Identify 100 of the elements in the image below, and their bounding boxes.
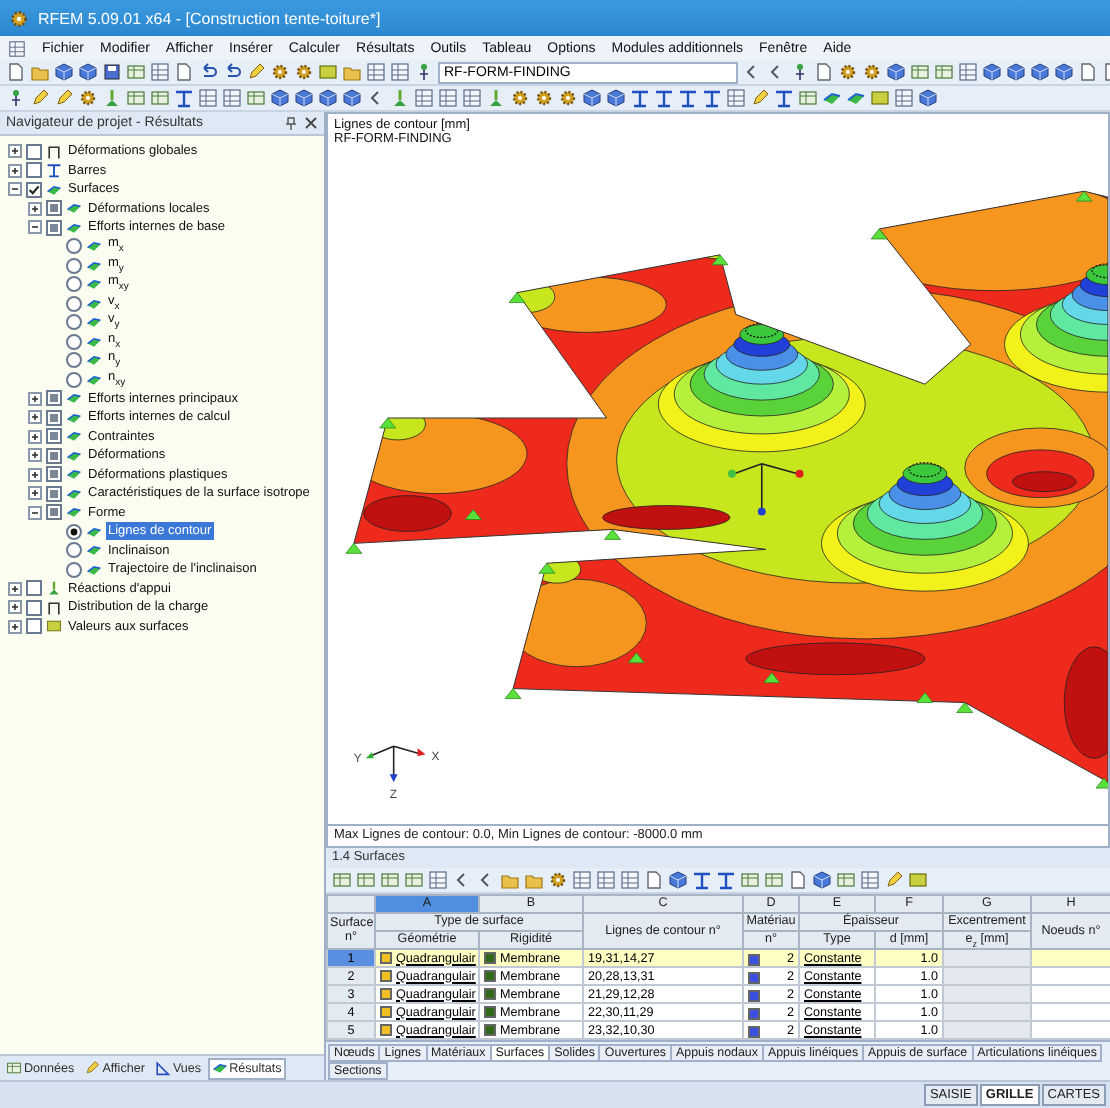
checkbox[interactable] [46, 390, 62, 407]
gear-icon[interactable] [8, 7, 30, 29]
expand-toggle[interactable] [28, 391, 42, 406]
cube-icon[interactable] [812, 869, 832, 890]
support-icon[interactable] [390, 88, 410, 108]
grid-icon[interactable] [222, 88, 242, 108]
checkbox[interactable] [46, 466, 62, 483]
cube-icon[interactable] [606, 88, 626, 108]
surface-icon[interactable] [66, 485, 82, 502]
checkbox[interactable] [46, 504, 62, 521]
surface-icon[interactable] [86, 371, 102, 388]
expand-toggle[interactable] [8, 163, 22, 178]
checkbox[interactable] [26, 599, 42, 616]
grid-icon[interactable] [428, 869, 448, 890]
expand-toggle[interactable] [8, 600, 22, 615]
support-icon[interactable] [486, 88, 506, 108]
pencil-icon[interactable] [884, 869, 904, 890]
surface-icon[interactable] [86, 333, 102, 350]
beam-icon[interactable] [678, 88, 698, 108]
table-icon[interactable] [836, 869, 856, 890]
checkbox[interactable] [46, 485, 62, 502]
surface-icon[interactable] [66, 447, 82, 464]
triangle-ruler-icon[interactable] [154, 1060, 171, 1076]
expand-toggle[interactable] [28, 505, 42, 520]
checkbox[interactable] [26, 162, 42, 179]
cube-icon[interactable] [668, 869, 688, 890]
expand-toggle[interactable] [8, 144, 22, 159]
grid-icon[interactable] [414, 88, 434, 108]
cube-icon[interactable] [342, 88, 362, 108]
radio-button[interactable] [66, 523, 82, 540]
table-icon[interactable] [404, 869, 424, 890]
radio-button[interactable] [66, 561, 82, 578]
cube-icon[interactable] [1054, 62, 1074, 82]
grid-icon[interactable] [894, 88, 914, 108]
cube-icon[interactable] [1006, 62, 1026, 82]
surface-icon[interactable] [86, 238, 102, 255]
expand-toggle[interactable] [28, 201, 42, 216]
checkbox[interactable] [46, 219, 62, 236]
surface-icon[interactable] [66, 390, 82, 407]
cube-icon[interactable] [982, 62, 1002, 82]
cube-icon[interactable] [1030, 62, 1050, 82]
expand-toggle[interactable] [28, 467, 42, 482]
radio-button[interactable] [66, 276, 82, 293]
beam-icon[interactable] [46, 162, 62, 179]
beam-icon[interactable] [716, 869, 736, 890]
table-icon[interactable] [356, 869, 376, 890]
surface-icon[interactable] [86, 542, 102, 559]
checkbox[interactable] [26, 618, 42, 635]
surface-icon[interactable] [86, 257, 102, 274]
surface-icon[interactable] [46, 181, 62, 198]
undo-icon[interactable] [198, 62, 218, 82]
expand-toggle[interactable] [8, 182, 22, 197]
cube-icon[interactable] [78, 62, 98, 82]
beam-icon[interactable] [692, 869, 712, 890]
pin-icon[interactable] [284, 116, 298, 130]
table-icon[interactable] [740, 869, 760, 890]
beam-icon[interactable] [774, 88, 794, 108]
document-icon[interactable] [788, 869, 808, 890]
surface-icon[interactable] [86, 561, 102, 578]
cube-icon[interactable] [318, 88, 338, 108]
expand-toggle[interactable] [28, 410, 42, 425]
frame-icon[interactable] [46, 599, 62, 616]
checkbox[interactable] [46, 409, 62, 426]
table-icon[interactable] [910, 62, 930, 82]
table-icon[interactable] [764, 869, 784, 890]
gear-icon[interactable] [78, 88, 98, 108]
grid-icon[interactable] [198, 88, 218, 108]
surface-icon[interactable] [822, 88, 842, 108]
grid-icon[interactable] [462, 88, 482, 108]
surface-icon[interactable] [211, 1060, 228, 1076]
checkbox[interactable] [26, 143, 42, 160]
checkbox[interactable] [46, 447, 62, 464]
grid-icon[interactable] [438, 88, 458, 108]
checkbox[interactable] [46, 428, 62, 445]
expand-toggle[interactable] [28, 448, 42, 463]
radio-button[interactable] [66, 371, 82, 388]
frame-icon[interactable] [46, 143, 62, 160]
close-icon[interactable] [304, 116, 318, 130]
grid-icon[interactable] [726, 88, 746, 108]
grid-icon[interactable] [150, 62, 170, 82]
table-icon[interactable] [380, 869, 400, 890]
surface-icon[interactable] [86, 523, 102, 540]
grid-icon[interactable] [366, 62, 386, 82]
pin-icon[interactable] [6, 88, 26, 108]
beam-icon[interactable] [702, 88, 722, 108]
expand-toggle[interactable] [8, 581, 22, 596]
surface-icon[interactable] [86, 276, 102, 293]
table-icon[interactable] [332, 869, 352, 890]
pin-icon[interactable] [790, 62, 810, 82]
undo-icon[interactable] [222, 62, 242, 82]
grid-icon[interactable] [390, 62, 410, 82]
surface-icon[interactable] [66, 504, 82, 521]
cube-icon[interactable] [918, 88, 938, 108]
cube-icon[interactable] [886, 62, 906, 82]
grid-icon[interactable] [8, 39, 26, 57]
checkbox[interactable] [46, 200, 62, 217]
table-icon[interactable] [150, 88, 170, 108]
surface-icon[interactable] [66, 466, 82, 483]
table-icon[interactable] [934, 62, 954, 82]
cube-icon[interactable] [294, 88, 314, 108]
